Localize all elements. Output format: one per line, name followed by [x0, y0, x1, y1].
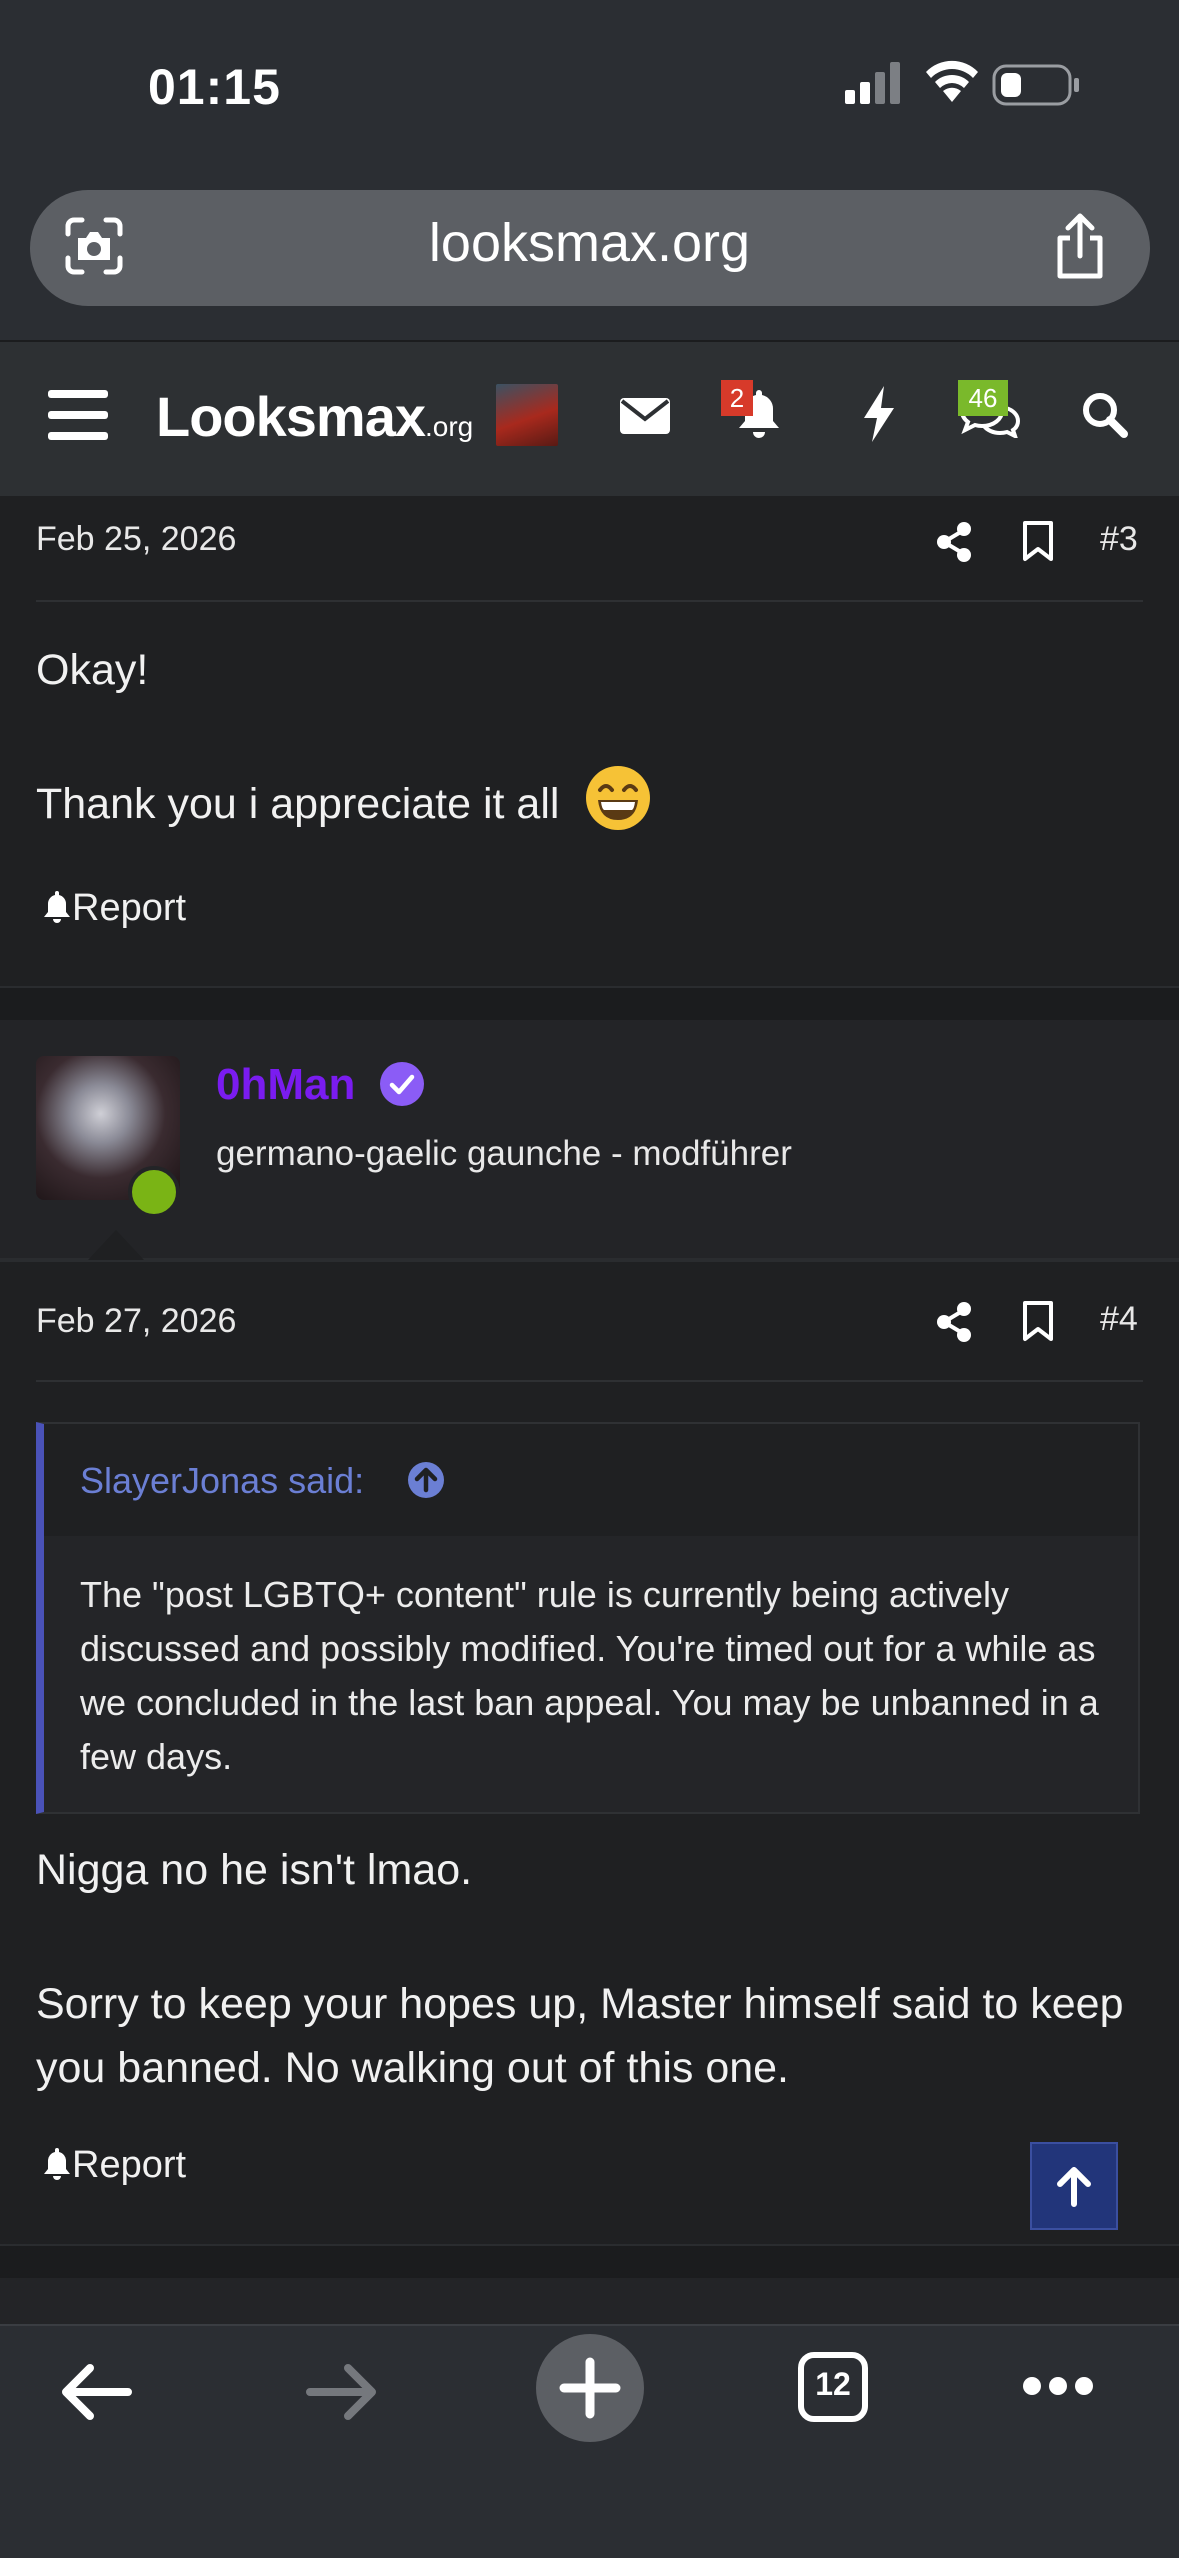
post-text: Thank you i appreciate it all — [36, 780, 560, 828]
mail-icon[interactable] — [620, 398, 670, 434]
online-indicator — [128, 1166, 180, 1218]
site-logo[interactable]: Looksmax.org — [156, 384, 473, 449]
scroll-to-top-button[interactable] — [1030, 2142, 1118, 2230]
post-number[interactable]: #3 — [1100, 520, 1138, 559]
new-tab-button[interactable] — [536, 2334, 644, 2442]
share-icon[interactable] — [1048, 212, 1112, 282]
divider — [36, 600, 1143, 602]
arrow-up-icon — [1057, 2167, 1091, 2207]
bookmark-icon[interactable] — [1022, 520, 1054, 562]
lens-icon[interactable] — [62, 214, 126, 278]
report-link[interactable]: Report — [42, 887, 186, 930]
post-text: Sorry to keep your hopes up, Master hims… — [36, 1980, 1124, 2092]
bolt-icon[interactable] — [862, 386, 896, 442]
url-text[interactable]: looksmax.org — [0, 212, 1179, 274]
author-pointer — [88, 1230, 144, 1260]
wifi-icon — [926, 60, 978, 102]
logo-main: Looksmax — [156, 385, 426, 448]
bell-icon — [44, 891, 70, 923]
plus-icon — [559, 2357, 621, 2419]
back-arrow-icon[interactable] — [58, 2362, 132, 2422]
battery-icon — [992, 64, 1079, 106]
conversations-badge: 46 — [958, 380, 1008, 416]
hamburger-icon[interactable] — [48, 388, 108, 442]
next-post-peek — [0, 2278, 1179, 2324]
share-icon[interactable] — [936, 522, 972, 562]
quote-text: The "post LGBTQ+ content" rule is curren… — [80, 1574, 1099, 1777]
more-icon[interactable] — [1022, 2374, 1094, 2398]
share-icon[interactable] — [936, 1302, 972, 1342]
post-date[interactable]: Feb 25, 2026 — [36, 520, 236, 559]
bookmark-icon[interactable] — [1022, 1300, 1054, 1342]
post-separator — [0, 2244, 1179, 2280]
account-avatar[interactable] — [496, 384, 558, 446]
tabs-count[interactable]: 12 — [798, 2366, 868, 2403]
report-label: Report — [72, 2144, 187, 2186]
post-date[interactable]: Feb 27, 2026 — [36, 1302, 236, 1341]
post-text: Okay! — [36, 646, 149, 694]
divider — [0, 1258, 1179, 1262]
arrow-up-circle-icon[interactable] — [406, 1460, 446, 1500]
post-text: Nigga no he isn't lmao. — [36, 1846, 473, 1894]
status-time: 01:15 — [148, 59, 281, 115]
bell-icon — [44, 2148, 70, 2180]
grinning-emoji-icon — [586, 766, 650, 830]
notification-badge: 2 — [721, 380, 753, 416]
report-label: Report — [72, 887, 187, 929]
verified-icon — [380, 1062, 424, 1106]
divider — [36, 1380, 1143, 1382]
post-separator — [0, 986, 1179, 1024]
post-number[interactable]: #4 — [1100, 1300, 1138, 1339]
report-link[interactable]: Report — [42, 2144, 186, 2187]
user-title: germano-gaelic gaunche - modführer — [216, 1134, 792, 1173]
forward-arrow-icon[interactable] — [306, 2362, 380, 2422]
search-icon[interactable] — [1082, 392, 1128, 438]
cellular-signal-icon — [845, 62, 900, 104]
quote-author[interactable]: SlayerJonas said: — [80, 1460, 364, 1502]
username[interactable]: 0hMan — [216, 1060, 355, 1110]
logo-suffix: .org — [425, 411, 474, 442]
